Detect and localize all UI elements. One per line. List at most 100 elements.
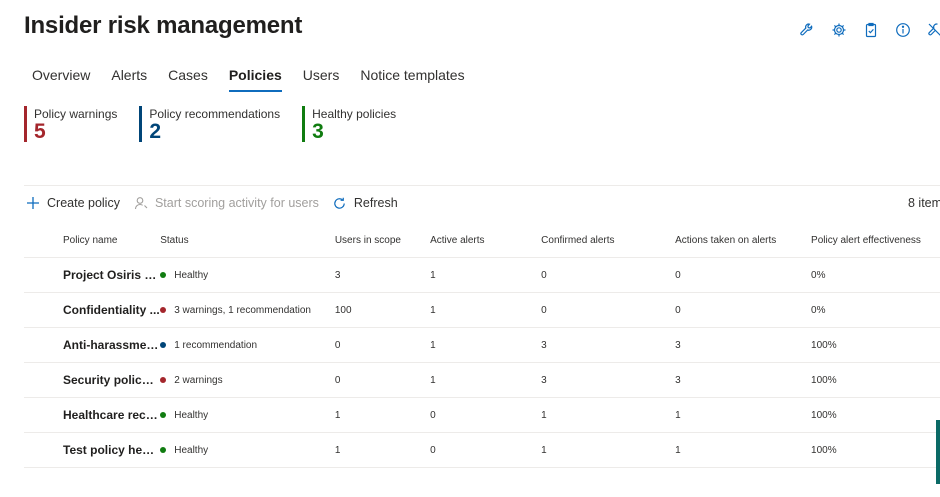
status-text: 3 warnings, 1 recommendation [174,304,311,316]
active-alerts: 0 [430,409,436,421]
tab-users[interactable]: Users [295,62,348,92]
stat-policy-recommendations: Policy recommendations 2 [139,106,281,143]
policy-name[interactable]: Test policy healt... [63,443,160,457]
start-scoring-button[interactable]: Start scoring activity for users [132,194,319,212]
column-header-confirmed-alerts[interactable]: Confirmed alerts [541,235,675,246]
policy-name[interactable]: Confidentiality ... [63,303,160,317]
add-icon [24,194,42,212]
tab-notice-templates[interactable]: Notice templates [352,62,472,92]
stat-value: 3 [312,120,324,143]
no-tools-icon[interactable] [926,21,940,39]
users-in-scope: 100 [334,304,352,316]
status-text: Healthy [174,444,209,456]
users-in-scope: 3 [334,269,341,281]
scrollbar-accent [936,420,940,484]
column-header-policy-name[interactable]: Policy name [63,235,160,246]
tab-overview[interactable]: Overview [24,62,98,92]
status-text: 2 warnings [174,374,223,386]
active-alerts: 1 [430,269,436,281]
table-row[interactable]: Project Osiris C... Healthy 3 1 0 0 0% [24,258,940,293]
stat-policy-warnings: Policy warnings 5 [24,106,117,143]
actions-taken: 3 [675,374,681,386]
policy-name[interactable]: Project Osiris C... [63,268,160,282]
status-dot-icon [160,412,167,418]
confirmed-alerts: 1 [541,409,547,421]
actions-taken: 0 [675,304,681,316]
column-header-users-in-scope[interactable]: Users in scope [335,235,430,246]
active-alerts: 1 [430,339,436,351]
policy-status: Healthy [160,445,335,456]
policy-status: Healthy [160,410,335,421]
confirmed-alerts: 0 [541,269,547,281]
stat-value: 2 [149,120,162,143]
column-header-status[interactable]: Status [160,235,335,246]
column-header-actions-taken[interactable]: Actions taken on alerts [675,235,811,246]
info-icon[interactable] [894,21,912,39]
users-in-scope: 1 [334,409,341,421]
policy-status: 2 warnings [160,375,335,386]
users-in-scope: 0 [334,374,341,386]
alert-effectiveness: 0% [811,304,826,316]
refresh-label: Refresh [353,196,398,210]
table-row[interactable]: Security policy ... 2 warnings 0 1 3 3 100% [24,363,940,398]
table-row[interactable]: Anti-harassmen... 1 recommendation 0 1 3 3 100… [24,328,940,363]
stat-label: Policy recommendations [149,107,281,121]
status-dot-icon [160,307,167,313]
policy-status: Healthy [160,270,335,281]
status-text: Healthy [174,269,209,281]
page-title: Insider risk management [24,12,303,39]
policy-name[interactable]: Security policy ... [63,373,160,387]
tab-cases[interactable]: Cases [160,62,216,92]
status-dot-icon [160,342,167,348]
item-count: 8 item [908,196,940,210]
column-header-active-alerts[interactable]: Active alerts [430,235,541,246]
command-bar: Create policy Start scoring activity for… [24,194,410,212]
confirmed-alerts: 3 [541,339,547,351]
actions-taken: 3 [675,339,681,351]
stat-healthy-policies: Healthy policies 3 [302,106,396,143]
wrench-icon[interactable] [798,21,816,39]
active-alerts: 1 [430,304,436,316]
alert-effectiveness: 100% [811,444,837,456]
table-row[interactable]: Test policy healt... Healthy 1 0 1 1 100% [24,433,940,468]
column-header-alert-effectiveness[interactable]: Policy alert effectiveness [811,235,940,246]
clipboard-check-icon[interactable] [862,21,880,39]
policy-status: 1 recommendation [160,340,335,351]
table-row[interactable]: Confidentiality ... 3 warnings, 1 recomme… [24,293,940,328]
summary-stats: Policy warnings 5 Policy recommendations… [24,106,418,143]
users-in-scope: 1 [334,444,341,456]
stat-value: 5 [34,120,46,143]
confirmed-alerts: 1 [541,444,547,456]
actions-taken: 1 [675,444,681,456]
actions-taken: 1 [675,409,681,421]
refresh-button[interactable]: Refresh [331,194,398,212]
alert-effectiveness: 100% [811,339,837,351]
confirmed-alerts: 0 [541,304,547,316]
users-in-scope: 0 [334,339,341,351]
active-alerts: 0 [430,444,436,456]
status-dot-icon [160,272,167,278]
gear-icon[interactable] [830,21,848,39]
status-text: 1 recommendation [174,339,258,351]
header-toolbar [798,21,940,39]
create-policy-label: Create policy [47,196,120,210]
actions-taken: 0 [675,269,681,281]
create-policy-button[interactable]: Create policy [24,194,120,212]
alert-effectiveness: 100% [811,374,837,386]
tab-alerts[interactable]: Alerts [103,62,155,92]
table-header-row: Policy name Status Users in scope Active… [24,224,940,258]
policy-name[interactable]: Anti-harassmen... [63,338,160,352]
status-dot-icon [160,447,167,453]
tab-policies[interactable]: Policies [221,62,290,92]
alert-effectiveness: 100% [811,409,837,421]
policy-status: 3 warnings, 1 recommendation [160,305,335,316]
person-icon [132,194,150,212]
policy-name[interactable]: Healthcare reco... [63,408,160,422]
divider [24,185,940,186]
active-alerts: 1 [430,374,436,386]
confirmed-alerts: 3 [541,374,547,386]
policies-table: Policy name Status Users in scope Active… [24,224,940,468]
tab-bar: Overview Alerts Cases Policies Users Not… [24,62,478,92]
status-text: Healthy [174,409,209,421]
table-row[interactable]: Healthcare reco... Healthy 1 0 1 1 100% [24,398,940,433]
